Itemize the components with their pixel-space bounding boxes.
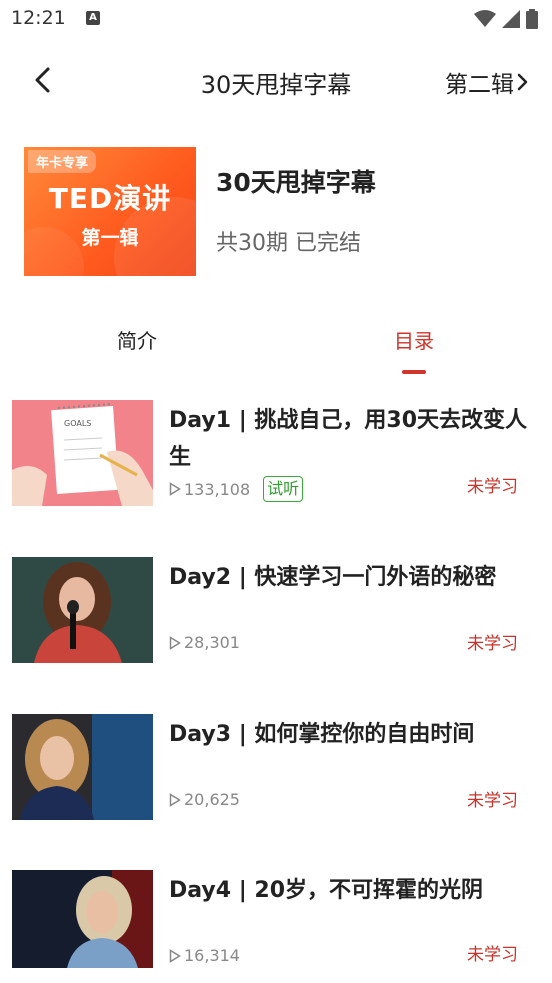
speaker-woman-red-dress-image: [12, 557, 153, 663]
goals-notepad-image: GOALS: [12, 400, 153, 506]
play-icon: [169, 635, 181, 650]
episode-views: 28,301: [169, 633, 240, 652]
episode-title: Day1 | 挑战自己，用30天去改变人生: [169, 408, 528, 470]
chevron-right-icon: [517, 73, 528, 91]
cover-title: TED演讲: [48, 182, 172, 215]
episode-views-count: 20,625: [184, 790, 240, 809]
next-album-button[interactable]: 第二辑: [445, 65, 528, 99]
status-time: 12:21: [11, 7, 66, 29]
album-meta: 共30期 已完结: [216, 231, 361, 256]
episode-title: Day3 | 如何掌控你的自由时间: [169, 722, 475, 747]
play-icon: [169, 792, 181, 807]
album-cover: 年卡专享 TED演讲 第一辑: [24, 147, 196, 276]
episode-item[interactable]: Day4 | 20岁，不可挥霍的光阴 16,314 未学习: [0, 870, 552, 980]
episode-status: 未学习: [467, 477, 518, 497]
back-button[interactable]: [28, 64, 58, 96]
episode-item[interactable]: GOALS Day1 | 挑战自己，用30天去改变人生 133,108 试听 未…: [0, 400, 552, 510]
episode-item[interactable]: Day3 | 如何掌控你的自由时间 20,625 未学习: [0, 714, 552, 824]
play-icon: [169, 948, 181, 963]
battery-icon: [526, 9, 538, 29]
episode-status: 未学习: [467, 945, 518, 965]
tab-intro[interactable]: 简介: [117, 325, 157, 354]
tab-catalog[interactable]: 目录: [394, 325, 434, 354]
cover-subtitle: 第一辑: [81, 227, 139, 249]
a-icon: A: [86, 11, 100, 25]
tab-active-indicator: [402, 370, 426, 374]
status-bar: 12:21 A: [0, 0, 552, 38]
episode-title: Day2 | 快速学习一门外语的秘密: [169, 565, 497, 590]
episode-views: 133,108 试听: [169, 476, 304, 502]
play-icon: [169, 482, 181, 496]
signal-icon: [502, 10, 520, 28]
cover-badge: 年卡专享: [28, 150, 97, 173]
episode-views: 20,625: [169, 790, 240, 809]
wifi-icon: [474, 10, 496, 27]
episode-views: 16,314: [169, 946, 240, 965]
status-icons: [474, 9, 538, 29]
episode-item[interactable]: Day2 | 快速学习一门外语的秘密 28,301 未学习: [0, 557, 552, 667]
episode-title: Day4 | 20岁，不可挥霍的光阴: [169, 878, 484, 903]
episode-views-count: 28,301: [184, 633, 240, 652]
episode-thumbnail: [12, 870, 153, 968]
speaker-woman-stage-image: [12, 870, 153, 968]
chevron-left-icon: [35, 67, 50, 93]
episode-thumbnail: GOALS: [12, 400, 153, 506]
episode-views-count: 16,314: [184, 946, 240, 965]
episode-status: 未学习: [467, 791, 518, 811]
episode-thumbnail: [12, 557, 153, 663]
trial-badge: 试听: [263, 476, 304, 502]
svg-text:GOALS: GOALS: [64, 419, 91, 428]
header: 30天甩掉字幕 第二辑: [0, 50, 552, 110]
episode-views-count: 133,108: [184, 479, 251, 499]
album-title: 30天甩掉字幕: [216, 168, 376, 197]
speaker-woman-blue-image: [12, 714, 153, 820]
next-album-label: 第二辑: [445, 72, 514, 98]
episode-status: 未学习: [467, 634, 518, 654]
episode-thumbnail: [12, 714, 153, 820]
